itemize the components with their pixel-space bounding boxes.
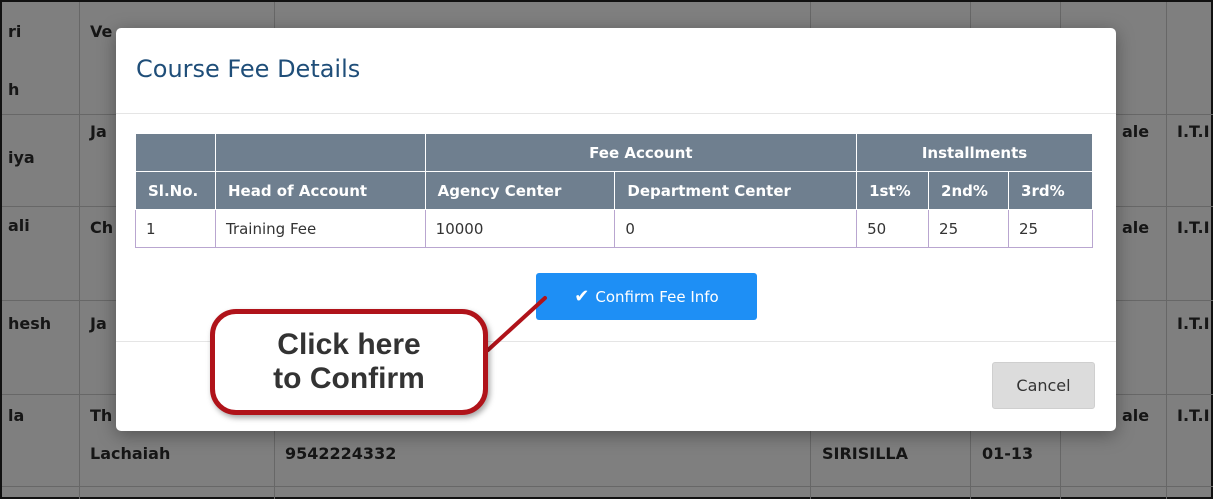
cell-second-installment: 25 [928,209,1010,248]
table-group-header-row: Fee Account Installments [135,133,1093,172]
check-icon: ✔ [574,285,590,307]
cell-sl-no: 1 [135,209,216,248]
cell-first-installment: 50 [856,209,930,248]
cell-third-installment: 25 [1008,209,1093,248]
confirm-fee-info-button[interactable]: ✔ Confirm Fee Info [536,273,757,320]
callout-line-2: to Confirm [273,362,425,395]
table-row: 1 Training Fee 10000 0 50 25 25 [135,209,1093,248]
modal-title: Course Fee Details [136,55,361,83]
cell-head-of-account: Training Fee [214,209,426,248]
header-third-installment: 3rd% [1008,171,1093,210]
callout-line-1: Click here [277,327,421,361]
header-installments: Installments [856,133,1093,172]
header-agency-center: Agency Center [424,171,616,210]
header-department-center: Department Center [614,171,858,210]
table-header-row: Sl.No. Head of Account Agency Center Dep… [135,171,1093,210]
cancel-button[interactable]: Cancel [992,362,1095,409]
header-second-installment: 2nd% [928,171,1010,210]
header-first-installment: 1st% [856,171,930,210]
header-fee-account: Fee Account [424,133,858,172]
confirm-button-label: Confirm Fee Info [595,287,719,306]
fee-table: Fee Account Installments Sl.No. Head of … [135,133,1093,248]
table-header-blank [214,133,426,172]
cell-agency-center: 10000 [424,209,616,248]
cell-department-center: 0 [614,209,858,248]
table-header-blank [135,133,216,172]
header-sl-no: Sl.No. [135,171,216,210]
instruction-callout: Click here to Confirm [210,309,488,415]
modal-header: Course Fee Details [116,28,1116,114]
header-head-of-account: Head of Account [214,171,426,210]
